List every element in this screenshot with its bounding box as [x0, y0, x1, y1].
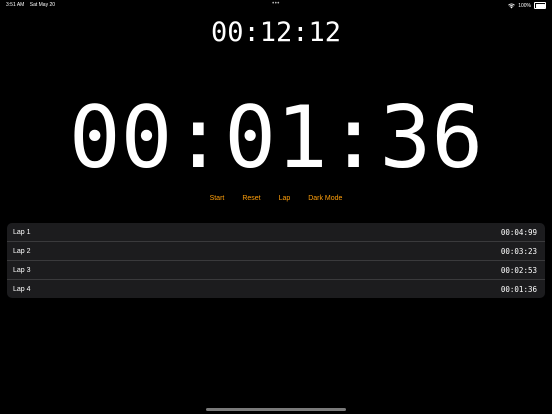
total-time-display: 00:12:12 [210, 17, 342, 48]
lap-label: Lap 1 [13, 228, 31, 236]
lap-time: 00:01:36 [500, 284, 537, 294]
home-indicator[interactable] [206, 408, 346, 411]
controls-bar: Start Reset Lap Dark Mode [0, 195, 552, 202]
lap-row[interactable]: Lap 3 00:02:53 [7, 261, 545, 280]
battery-level [535, 3, 545, 8]
lap-label: Lap 3 [13, 266, 31, 274]
lap-list[interactable]: Lap 1 00:04:99 Lap 2 00:03:23 Lap 3 00:0… [7, 223, 545, 298]
status-bar: 3:51 AM Sat May 20 ••• 100% [0, 0, 552, 10]
status-bar-left: 3:51 AM Sat May 20 [6, 2, 59, 8]
battery-icon [534, 2, 546, 9]
lap-row[interactable]: Lap 2 00:03:23 [7, 242, 545, 261]
lap-row[interactable]: Lap 4 00:01:36 [7, 280, 545, 298]
start-button[interactable]: Start [210, 195, 225, 202]
lap-time: 00:04:99 [500, 227, 537, 237]
reset-button[interactable]: Reset [242, 195, 260, 202]
current-lap-time-display: 00:01:36 [68, 88, 484, 188]
battery-percent: 100% [518, 2, 531, 9]
lap-time: 00:02:53 [500, 265, 537, 275]
multitasking-dots[interactable]: ••• [272, 1, 280, 7]
lap-label: Lap 4 [13, 285, 31, 293]
lap-label: Lap 2 [13, 247, 31, 255]
status-time: 3:51 AM [6, 2, 25, 8]
dark-mode-button[interactable]: Dark Mode [308, 195, 342, 202]
status-date: Sat May 20 [29, 2, 56, 8]
lap-row[interactable]: Lap 1 00:04:99 [7, 223, 545, 242]
lap-time: 00:03:23 [500, 246, 537, 256]
wifi-icon [508, 2, 516, 8]
lap-button[interactable]: Lap [279, 195, 291, 202]
status-bar-right: 100% [508, 2, 546, 9]
